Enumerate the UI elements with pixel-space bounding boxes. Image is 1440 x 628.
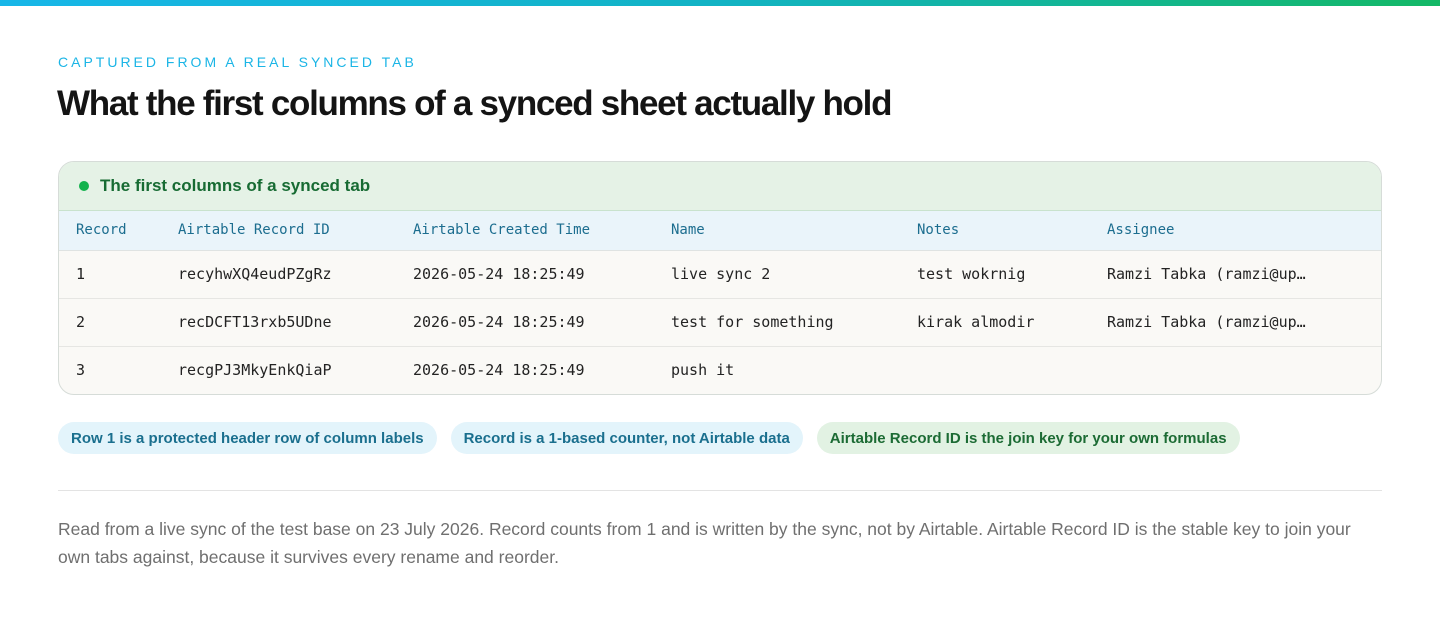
cell-notes: kirak almodir [900,297,1090,346]
cell-name: live sync 2 [671,265,771,283]
cell-name: test for something [654,297,900,346]
footnote-text: Read from a live sync of the test base o… [58,519,1351,567]
divider [58,490,1382,491]
cell-created-time: 2026-05-24 18:25:49 [413,265,585,283]
cell-notes [900,345,1090,394]
column-header-name: Name [654,211,900,251]
table-row: 2 recDCFT13rxb5UDne 2026-05-24 18:25:49 … [59,297,1381,346]
eyebrow-label: CAPTURED FROM A REAL SYNCED TAB [58,54,417,70]
cell-created-time: 2026-05-24 18:25:49 [396,345,654,394]
table-header-row: Record Airtable Record ID Airtable Creat… [59,211,1381,251]
status-dot-icon [79,181,89,191]
cell-record-id: recyhwXQ4eudPZgRz [178,265,332,283]
cell-assignee [1090,345,1381,394]
chip-record-counter: Record is a 1-based counter, not Airtabl… [450,422,803,454]
table-row: 3 recgPJ3MkyEnkQiaP 2026-05-24 18:25:49 … [59,345,1381,394]
column-header-airtable-created-time: Airtable Created Time [396,211,654,251]
cell-record-id: recDCFT13rxb5UDne [161,297,396,346]
cell-assignee: Ramzi Tabka (ramzi@up… [1090,297,1381,346]
cell-record: 3 [59,345,161,394]
column-header-notes: Notes [900,211,1090,251]
note-chips: Row 1 is a protected header row of colum… [58,422,1240,454]
cell-record-id: recgPJ3MkyEnkQiaP [161,345,396,394]
column-header-assignee: Assignee [1090,211,1381,251]
table-row: 1 recyhwXQ4eudPZgRz 2026-05-24 18:25:49 … [59,250,1381,298]
synced-tab-card: The first columns of a synced tab Record… [58,161,1382,395]
card-title: The first columns of a synced tab [100,176,371,195]
cell-created-time: 2026-05-24 18:25:49 [396,297,654,346]
cell-record: 2 [59,297,161,346]
cell-assignee: Ramzi Tabka (ramzi@up… [1107,265,1306,283]
cell-notes: test wokrnig [917,265,1026,283]
chip-protected-header-row: Row 1 is a protected header row of colum… [58,422,437,454]
column-header-record: Record [59,211,161,251]
cell-name: push it [654,345,900,394]
top-accent-bar [0,0,1440,6]
card-header: The first columns of a synced tab [59,162,1381,211]
cell-record: 1 [76,265,86,283]
page-title: What the first columns of a synced sheet… [57,84,892,123]
synced-sheet-table: Record Airtable Record ID Airtable Creat… [59,211,1381,394]
column-header-airtable-record-id: Airtable Record ID [161,211,396,251]
chip-join-key: Airtable Record ID is the join key for y… [816,422,1240,454]
